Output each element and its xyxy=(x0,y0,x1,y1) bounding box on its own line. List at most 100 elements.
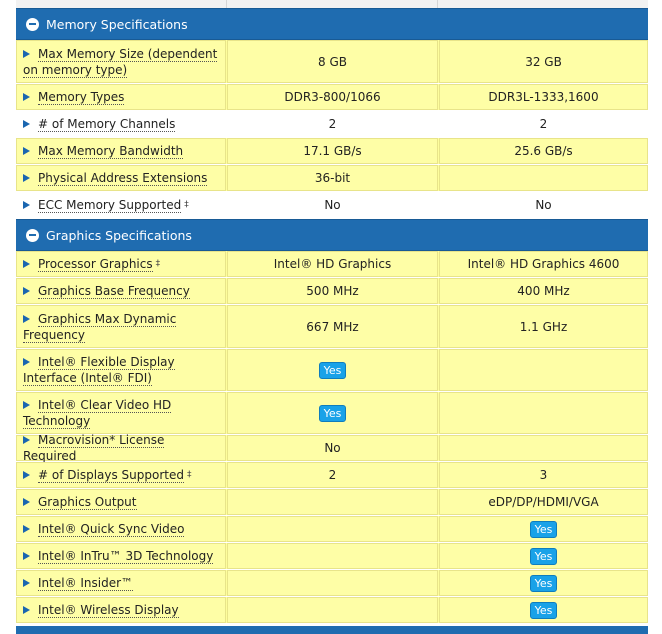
spec-label-text[interactable]: # of Memory Channels xyxy=(38,117,176,132)
spec-value-cell xyxy=(227,597,438,623)
spec-value: 3 xyxy=(539,468,548,482)
spec-label[interactable]: Memory Types xyxy=(23,89,125,105)
spec-label[interactable]: Processor Graphics ‡ xyxy=(23,256,160,272)
triangle-right-icon[interactable] xyxy=(23,606,30,614)
triangle-right-icon[interactable] xyxy=(23,471,30,479)
spec-row: Processor Graphics ‡ Intel® HD Graphics Int… xyxy=(16,251,648,278)
spec-label[interactable]: ECC Memory Supported ‡ xyxy=(23,197,189,213)
spec-row: Memory Types DDR3-800/1066 DDR3L-1333,1600 xyxy=(16,84,648,111)
spec-label[interactable]: Max Memory Size (dependent on memory typ… xyxy=(23,46,219,78)
triangle-right-icon[interactable] xyxy=(23,401,30,409)
yes-badge: Yes xyxy=(529,574,558,592)
footnote-mark: ‡ xyxy=(155,259,161,269)
spec-label[interactable]: Graphics Base Frequency xyxy=(23,283,190,299)
spec-label[interactable]: # of Displays Supported ‡ xyxy=(23,467,192,483)
spec-value-cell: No xyxy=(227,435,438,461)
spec-row: # of Memory Channels 2 2 xyxy=(16,111,648,138)
spec-label-text[interactable]: Memory Types xyxy=(38,90,125,105)
spec-row: Graphics Output eDP/DP/HDMI/VGA xyxy=(16,489,648,516)
spec-value: 1.1 GHz xyxy=(519,319,568,334)
triangle-right-icon[interactable] xyxy=(23,579,30,587)
triangle-right-icon[interactable] xyxy=(23,498,30,506)
spec-value-cell xyxy=(439,165,648,191)
spec-value: Intel® HD Graphics 4600 xyxy=(467,257,620,271)
spec-label-text[interactable]: Graphics Max Dynamic Frequency xyxy=(23,311,177,343)
spec-label[interactable]: Graphics Output xyxy=(23,494,137,510)
spec-label[interactable]: # of Memory Channels xyxy=(23,116,176,132)
section-title: Graphics Specifications xyxy=(46,227,192,243)
spec-value-cell: DDR3-800/1066 xyxy=(227,84,438,110)
triangle-right-icon[interactable] xyxy=(23,260,30,268)
spec-value-cell xyxy=(227,543,438,569)
spec-label-text[interactable]: Intel® Clear Video HD Technology xyxy=(23,398,172,429)
triangle-right-icon[interactable] xyxy=(23,358,30,366)
triangle-right-icon[interactable] xyxy=(23,174,30,182)
spec-value: No xyxy=(324,198,341,212)
spec-label-text[interactable]: # of Displays Supported xyxy=(38,468,184,483)
spec-row: Intel® InTru™ 3D Technology Yes xyxy=(16,543,648,570)
spec-row: Intel® Insider™ Yes xyxy=(16,570,648,597)
triangle-right-icon[interactable] xyxy=(23,201,30,209)
spec-label-text[interactable]: Intel® Flexible Display Interface (Intel… xyxy=(23,355,175,386)
spec-label-text[interactable]: Macrovision* License Required xyxy=(23,433,165,464)
triangle-right-icon[interactable] xyxy=(23,49,30,58)
spec-value-cell: No xyxy=(439,192,648,218)
spec-label-text[interactable]: Graphics Output xyxy=(38,495,137,510)
spec-value-cell: No xyxy=(227,192,438,218)
spec-row: Intel® Flexible Display Interface (Intel… xyxy=(16,349,648,392)
spec-label[interactable]: Macrovision* License Required xyxy=(23,432,219,464)
triangle-right-icon[interactable] xyxy=(23,552,30,560)
triangle-right-icon[interactable] xyxy=(23,525,30,533)
triangle-right-icon[interactable] xyxy=(23,93,30,101)
spec-value-cell: 17.1 GB/s xyxy=(227,138,438,164)
spec-label[interactable]: Intel® Quick Sync Video xyxy=(23,521,185,537)
spec-value-cell: 32 GB xyxy=(439,40,648,83)
footnote-mark: ‡ xyxy=(184,200,189,210)
spec-label-text[interactable]: Intel® Wireless Display xyxy=(38,603,179,618)
spec-row: Max Memory Bandwidth 17.1 GB/s 25.6 GB/s xyxy=(16,138,648,165)
spec-label-cell: Graphics Output xyxy=(16,489,226,515)
triangle-right-icon[interactable] xyxy=(23,436,30,444)
spec-label-text[interactable]: Intel® InTru™ 3D Technology xyxy=(38,549,214,564)
spec-label-text[interactable]: Intel® Insider™ xyxy=(38,576,134,591)
spec-label[interactable]: Intel® Insider™ xyxy=(23,575,134,591)
spec-row: Intel® Quick Sync Video Yes xyxy=(16,516,648,543)
spec-row: Physical Address Extensions 36-bit xyxy=(16,165,648,192)
spec-label[interactable]: Intel® Clear Video HD Technology xyxy=(23,397,219,429)
spec-label-text[interactable]: Graphics Base Frequency xyxy=(38,284,190,299)
triangle-right-icon[interactable] xyxy=(23,147,30,155)
spec-table: Memory Specifications Max Memory Size (de… xyxy=(16,8,648,624)
spec-label-cell: # of Memory Channels xyxy=(16,111,226,137)
spec-label-text[interactable]: Physical Address Extensions xyxy=(38,171,208,186)
spec-label[interactable]: Intel® InTru™ 3D Technology xyxy=(23,548,214,564)
spec-value-cell: 36-bit xyxy=(227,165,438,191)
triangle-right-icon[interactable] xyxy=(23,120,30,128)
triangle-right-icon[interactable] xyxy=(23,314,30,323)
spec-value: 32 GB xyxy=(525,54,562,69)
spec-value: DDR3L-1333,1600 xyxy=(488,90,599,104)
spec-label-text[interactable]: Max Memory Size (dependent on memory typ… xyxy=(23,46,218,78)
spec-label-text[interactable]: ECC Memory Supported xyxy=(38,198,182,213)
spec-label[interactable]: Max Memory Bandwidth xyxy=(23,143,184,159)
spec-value-cell: DDR3L-1333,1600 xyxy=(439,84,648,110)
collapse-minus-icon[interactable] xyxy=(26,17,39,31)
spec-label-text[interactable]: Max Memory Bandwidth xyxy=(38,144,184,159)
spec-label[interactable]: Physical Address Extensions xyxy=(23,170,208,186)
spec-row: Graphics Max Dynamic Frequency 667 MHz 1.1… xyxy=(16,305,648,349)
section-header[interactable]: Graphics Specifications xyxy=(16,219,648,251)
spec-row: Max Memory Size (dependent on memory typ… xyxy=(16,40,648,84)
spec-label-text[interactable]: Processor Graphics xyxy=(38,257,153,272)
spec-label-cell: # of Displays Supported ‡ xyxy=(16,462,226,488)
spec-label-text[interactable]: Intel® Quick Sync Video xyxy=(38,522,185,537)
top-strip xyxy=(16,0,648,8)
triangle-right-icon[interactable] xyxy=(23,287,30,295)
spec-label[interactable]: Intel® Wireless Display xyxy=(23,602,179,618)
collapse-minus-icon[interactable] xyxy=(26,228,39,242)
spec-row: # of Displays Supported ‡ 2 3 xyxy=(16,462,648,489)
spec-label[interactable]: Graphics Max Dynamic Frequency xyxy=(23,311,219,343)
spec-label[interactable]: Intel® Flexible Display Interface (Intel… xyxy=(23,354,219,386)
section-header[interactable]: Memory Specifications xyxy=(16,8,648,40)
next-section-header[interactable] xyxy=(16,626,648,634)
spec-value: 400 MHz xyxy=(517,284,570,298)
spec-label-cell: Intel® Wireless Display xyxy=(16,597,226,623)
